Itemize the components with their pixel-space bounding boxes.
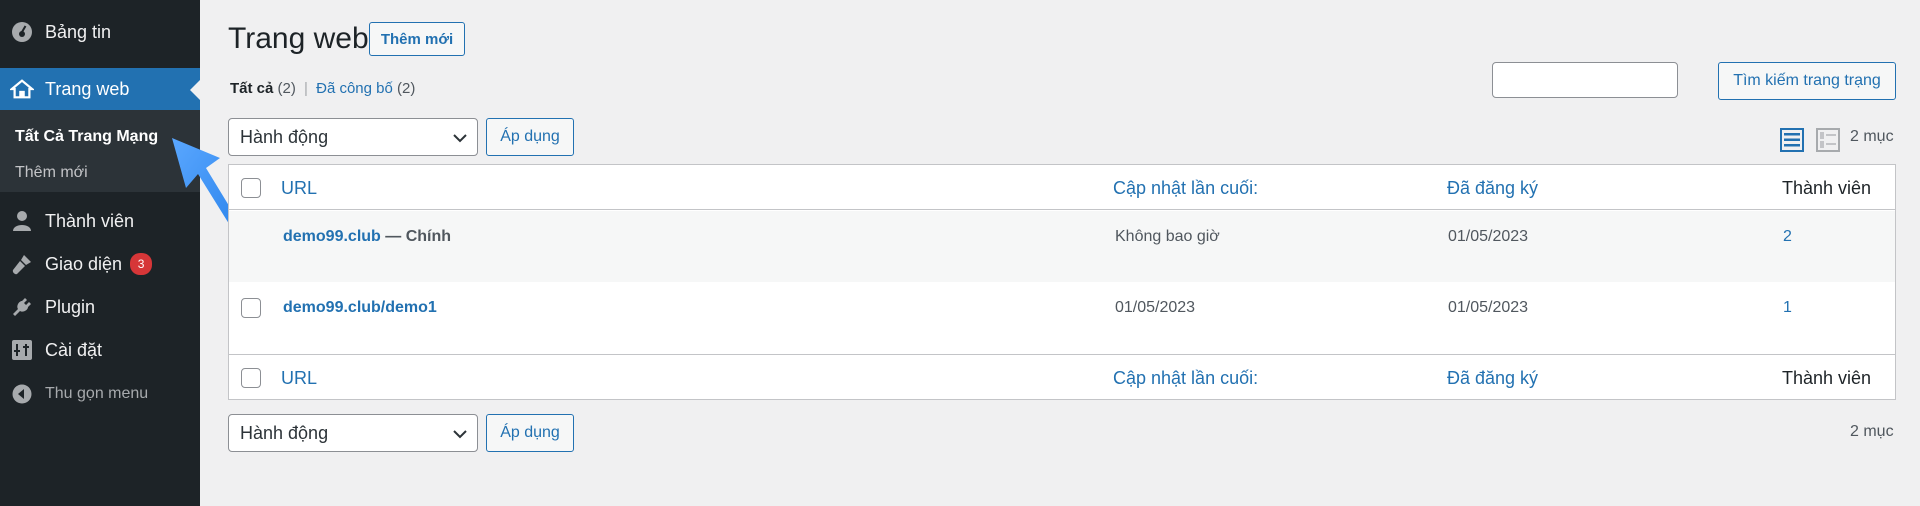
items-count-bottom: 2 mục bbox=[1850, 423, 1894, 440]
menu-item-label: Thành viên bbox=[45, 210, 135, 231]
update-count-badge: 3 bbox=[130, 253, 153, 275]
site-url-cell: demo99.club/demo1 bbox=[283, 299, 437, 317]
menu-item-label: Bảng tin bbox=[45, 21, 112, 42]
table-footer: URL Cập nhật lần cuối: Đã đăng ký Thành … bbox=[229, 354, 1895, 399]
status-filters: Tất cả (2) | Đã công bố (2) bbox=[230, 80, 415, 97]
submenu-item-all-sites[interactable]: Tất Cả Trang Mạng bbox=[15, 128, 158, 146]
column-footer-registered[interactable]: Đã đăng ký bbox=[1447, 368, 1538, 389]
menu-item-plugins[interactable]: Plugin bbox=[0, 287, 200, 327]
filter-published[interactable]: Đã công bố bbox=[316, 80, 393, 97]
submenu-item-add-new[interactable]: Thêm mới bbox=[15, 164, 88, 182]
column-footer-url[interactable]: URL bbox=[281, 368, 317, 389]
search-sites-button[interactable]: Tìm kiếm trang trạng bbox=[1718, 62, 1896, 100]
page-title: Trang web bbox=[228, 22, 369, 55]
menu-item-sites[interactable]: Trang web bbox=[0, 68, 200, 110]
column-footer-users: Thành viên bbox=[1782, 368, 1872, 388]
menu-item-dashboard[interactable]: Bảng tin bbox=[0, 12, 200, 52]
last-updated-cell: Không bao giờ bbox=[1115, 228, 1220, 245]
collapse-icon bbox=[10, 382, 34, 406]
column-footer-last-updated[interactable]: Cập nhật lần cuối: bbox=[1113, 368, 1258, 389]
site-link[interactable]: demo99.club/demo1 bbox=[283, 299, 437, 316]
plugin-icon bbox=[10, 295, 34, 319]
site-url-cell: demo99.club — Chính bbox=[283, 228, 451, 246]
bulk-action-value: Hành động bbox=[240, 126, 329, 147]
users-icon bbox=[10, 209, 34, 233]
sites-table: URL Cập nhật lần cuối: Đã đăng ký Thành … bbox=[228, 164, 1896, 400]
column-header-url[interactable]: URL bbox=[281, 178, 317, 199]
list-view-icon[interactable] bbox=[1780, 128, 1804, 152]
column-header-registered[interactable]: Đã đăng ký bbox=[1447, 178, 1538, 199]
collapse-menu-button[interactable]: Thu gọn menu bbox=[0, 374, 200, 414]
last-updated-cell: 01/05/2023 bbox=[1115, 299, 1196, 316]
dashboard-icon bbox=[10, 20, 34, 44]
filter-separator: | bbox=[304, 80, 308, 97]
menu-item-settings[interactable]: Cài đặt bbox=[0, 330, 200, 370]
select-all-checkbox-footer[interactable] bbox=[241, 368, 261, 388]
users-count-link[interactable]: 2 bbox=[1783, 228, 1792, 246]
registered-cell: 01/05/2023 bbox=[1448, 228, 1529, 245]
table-row: demo99.club — Chính Không bao giờ 01/05/… bbox=[229, 211, 1895, 282]
excerpt-view-icon[interactable] bbox=[1816, 128, 1840, 152]
menu-item-label: Trang web bbox=[45, 78, 130, 99]
select-all-checkbox[interactable] bbox=[241, 178, 261, 198]
chevron-down-icon bbox=[453, 134, 467, 143]
active-indicator bbox=[190, 80, 200, 100]
column-header-last-updated[interactable]: Cập nhật lần cuối: bbox=[1113, 178, 1258, 199]
row-checkbox[interactable] bbox=[241, 298, 261, 318]
apply-button[interactable]: Áp dụng bbox=[486, 118, 574, 156]
bulk-action-select[interactable]: Hành động bbox=[228, 118, 478, 156]
filter-all[interactable]: Tất cả bbox=[230, 80, 273, 97]
appearance-icon bbox=[10, 252, 34, 276]
site-link[interactable]: demo99.club bbox=[283, 228, 381, 245]
filter-published-count: (2) bbox=[397, 80, 416, 97]
sites-icon bbox=[10, 77, 34, 101]
bulk-action-select-bottom[interactable]: Hành động bbox=[228, 414, 478, 452]
menu-item-label: Cài đặt bbox=[45, 339, 103, 360]
column-header-users: Thành viên bbox=[1782, 178, 1872, 198]
users-count-link[interactable]: 1 bbox=[1783, 299, 1792, 317]
bulk-action-value: Hành động bbox=[240, 422, 329, 443]
filter-all-count: (2) bbox=[277, 80, 296, 97]
menu-item-label: Plugin bbox=[45, 296, 96, 317]
search-input[interactable] bbox=[1492, 62, 1678, 98]
table-header: URL Cập nhật lần cuối: Đã đăng ký Thành … bbox=[229, 165, 1895, 210]
site-primary-label: — Chính bbox=[380, 228, 452, 245]
chevron-down-icon bbox=[453, 430, 467, 439]
add-new-site-button[interactable]: Thêm mới bbox=[369, 22, 465, 56]
settings-icon bbox=[10, 338, 34, 362]
registered-cell: 01/05/2023 bbox=[1448, 299, 1529, 316]
items-count: 2 mục bbox=[1850, 128, 1894, 145]
menu-item-label: Giao diện bbox=[45, 253, 123, 274]
apply-button-bottom[interactable]: Áp dụng bbox=[486, 414, 574, 452]
collapse-label: Thu gọn menu bbox=[45, 385, 149, 402]
table-row: demo99.club/demo1 01/05/2023 01/05/2023 … bbox=[229, 282, 1895, 353]
